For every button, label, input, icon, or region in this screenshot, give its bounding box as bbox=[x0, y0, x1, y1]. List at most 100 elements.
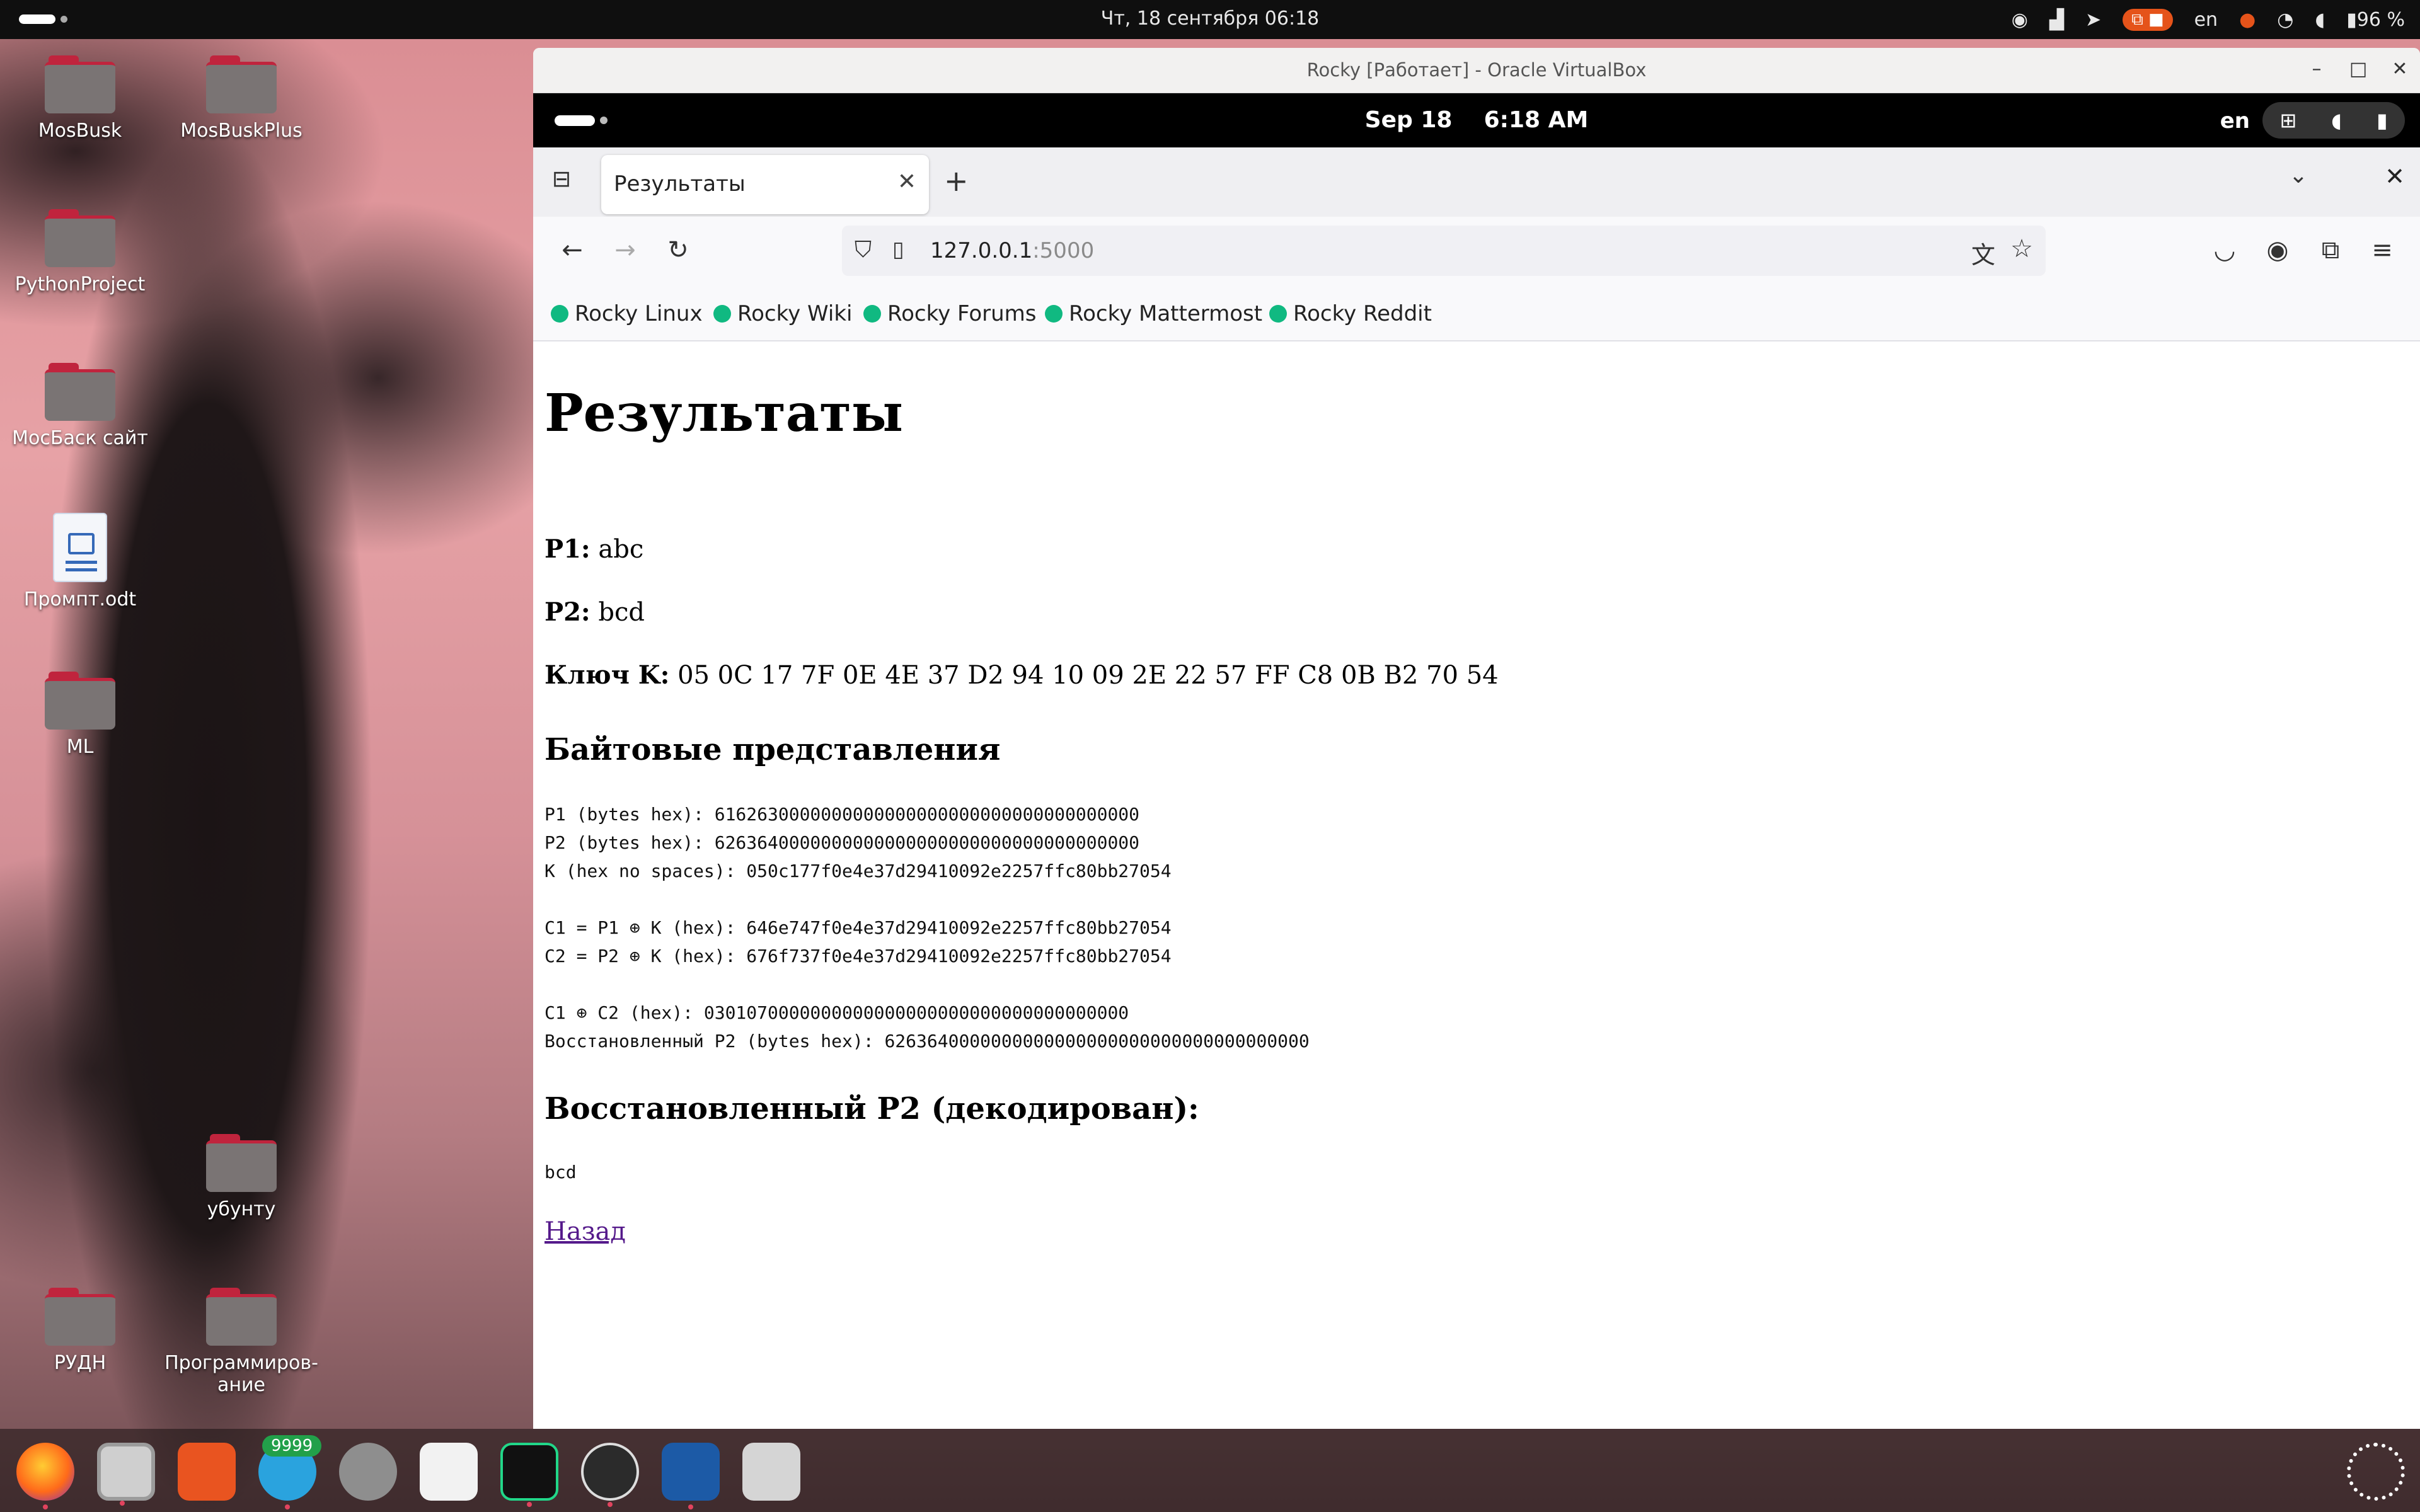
list-all-tabs-icon[interactable]: ⌄ bbox=[2289, 163, 2308, 188]
menu-icon[interactable]: ≡ bbox=[2365, 236, 2400, 265]
keyboard-layout[interactable]: en bbox=[2194, 9, 2218, 31]
battery-icon: ▮ bbox=[2346, 8, 2357, 31]
bookmark-rocky-reddit[interactable]: Rocky Reddit bbox=[1269, 301, 1432, 326]
guest-clock[interactable]: Sep 18 6:18 AM bbox=[533, 107, 2420, 133]
browser-tab-active[interactable]: Результаты ✕ bbox=[601, 155, 929, 214]
desktop-folder-mosbuskplus[interactable]: MosBuskPlus bbox=[163, 55, 320, 142]
close-button[interactable]: ✕ bbox=[2387, 58, 2412, 80]
page-content: Результаты P1: abc P2: bcd Ключ K: 05 0C… bbox=[533, 341, 2420, 1429]
close-window-icon[interactable]: ✕ bbox=[2385, 163, 2405, 190]
forward-button[interactable]: → bbox=[608, 236, 643, 265]
shield-icon[interactable]: ⛉ bbox=[855, 237, 872, 263]
wifi-icon[interactable]: ◔ bbox=[2277, 9, 2293, 31]
bookmark-rocky-forums[interactable]: Rocky Forums bbox=[863, 301, 1037, 326]
rocky-logo-icon bbox=[1269, 305, 1287, 323]
folder-icon bbox=[45, 209, 115, 267]
bookmark-label: Rocky Reddit bbox=[1293, 301, 1432, 326]
bookmark-rocky-mattermost[interactable]: Rocky Mattermost bbox=[1045, 301, 1262, 326]
url-text[interactable]: 127.0.0.1:5000 bbox=[930, 238, 1094, 263]
show-apps-icon[interactable] bbox=[2347, 1443, 2405, 1501]
browser-nav-bar: ← → ↻ ⛉ ▯ 127.0.0.1:5000 文 ☆ ◡ ◉ ⧉ ≡ bbox=[533, 217, 2420, 287]
desktop-icon-label: РУДН bbox=[54, 1352, 107, 1374]
desktop-folder-pythonproject[interactable]: PythonProject bbox=[1, 209, 159, 295]
dock bbox=[0, 1429, 2420, 1512]
system-tray[interactable]: ◉ ▟ ➤ ⧉ ■ en ● ◔ ◖ ▮96 % bbox=[2012, 6, 2405, 33]
desktop-folder-rudn[interactable]: РУДН bbox=[1, 1288, 159, 1374]
url-port: :5000 bbox=[1032, 238, 1095, 263]
p2-label: P2: bbox=[544, 597, 591, 627]
translate-icon[interactable]: 文 bbox=[1971, 236, 1995, 270]
page-title: Результаты bbox=[544, 383, 904, 444]
obs-icon[interactable] bbox=[581, 1443, 639, 1507]
bytes-output: P1 (bytes hex): 616263000000000000000000… bbox=[544, 804, 1310, 1051]
guest-system-menu[interactable]: ⊞ ◖ ▮ bbox=[2262, 102, 2405, 139]
virtualbox-titlebar[interactable]: Rocky [Работает] - Oracle VirtualBox – □… bbox=[533, 48, 2420, 93]
minimize-button[interactable]: – bbox=[2304, 58, 2329, 80]
folder-icon bbox=[206, 1134, 277, 1192]
extensions-icon[interactable]: ⧉ bbox=[2313, 236, 2348, 265]
guest-top-bar: Sep 18 6:18 AM en ⊞ ◖ ▮ bbox=[533, 93, 2420, 147]
desktop-file-prompt-odt[interactable]: Промпт.odt bbox=[1, 513, 159, 610]
browser-tab-bar: ⊟ Результаты ✕ + ⌄ ✕ bbox=[533, 147, 2420, 217]
system-monitor-icon[interactable] bbox=[420, 1443, 478, 1501]
pocket-icon[interactable]: ◡ bbox=[2207, 236, 2242, 265]
reload-button[interactable]: ↻ bbox=[660, 236, 696, 265]
bookmark-rocky-linux[interactable]: Rocky Linux bbox=[551, 301, 703, 326]
firefox-icon[interactable] bbox=[16, 1443, 74, 1509]
pycharm-icon[interactable] bbox=[500, 1443, 558, 1507]
rocky-logo-icon bbox=[551, 305, 568, 323]
settings-icon[interactable] bbox=[339, 1443, 397, 1501]
desktop-icon-label: MosBusk bbox=[38, 120, 122, 142]
app-center-icon[interactable] bbox=[178, 1443, 236, 1501]
url-bar[interactable]: ⛉ ▯ 127.0.0.1:5000 文 ☆ bbox=[842, 226, 2046, 276]
telegram-tray-icon[interactable]: ➤ bbox=[2085, 9, 2101, 31]
page-info-icon[interactable]: ▯ bbox=[892, 237, 904, 262]
obs-tray-icon[interactable]: ◉ bbox=[2012, 9, 2028, 31]
rocky-logo-icon bbox=[1045, 305, 1063, 323]
folder-icon bbox=[45, 1288, 115, 1346]
desktop-folder-ubuntu[interactable]: убунту bbox=[163, 1134, 320, 1220]
desktop-folder-mosbask-site[interactable]: МосБаск сайт bbox=[1, 363, 159, 449]
window-title: Rocky [Работает] - Oracle VirtualBox bbox=[1306, 59, 1647, 81]
telegram-unread-badge: 9999 bbox=[262, 1435, 322, 1457]
desktop-folder-programming[interactable]: Программиров-ание bbox=[163, 1288, 320, 1396]
folder-icon bbox=[45, 363, 115, 421]
virtualbox-icon[interactable] bbox=[662, 1443, 720, 1509]
volume-icon: ◖ bbox=[2331, 108, 2342, 132]
rocky-logo-icon bbox=[863, 305, 881, 323]
desktop-icon-label: PythonProject bbox=[14, 273, 146, 295]
key-label: Ключ K: bbox=[544, 660, 670, 690]
bookmark-label: Rocky Linux bbox=[575, 301, 703, 326]
trash-icon[interactable] bbox=[742, 1443, 800, 1501]
microphone-icon[interactable]: ● bbox=[2239, 9, 2256, 31]
guest-keyboard-layout[interactable]: en bbox=[2220, 108, 2250, 134]
bytes-heading: Байтовые представления bbox=[544, 732, 1001, 767]
virtualbox-window: Rocky [Работает] - Oracle VirtualBox – □… bbox=[533, 48, 2420, 1429]
desktop-icon-label: ML bbox=[66, 736, 94, 758]
screen-record-indicator[interactable]: ⧉ ■ bbox=[2123, 8, 2173, 31]
chart-tray-icon[interactable]: ▟ bbox=[2049, 9, 2064, 31]
key-line: Ключ K: 05 0C 17 7F 0E 4E 37 D2 94 10 09… bbox=[544, 660, 1499, 690]
desktop-icon-label: MosBuskPlus bbox=[180, 120, 302, 142]
p2-value: bcd bbox=[598, 598, 645, 627]
desktop-folder-mosbusk[interactable]: MosBusk bbox=[1, 55, 159, 142]
tab-close-icon[interactable]: ✕ bbox=[897, 169, 916, 195]
back-button[interactable]: ← bbox=[555, 236, 590, 265]
bookmark-star-icon[interactable]: ☆ bbox=[2010, 234, 2033, 263]
folder-icon bbox=[206, 1288, 277, 1346]
firefox-view-icon[interactable]: ⊟ bbox=[546, 166, 577, 198]
desktop-icon-label: МосБаск сайт bbox=[12, 427, 148, 449]
files-icon[interactable] bbox=[97, 1443, 155, 1506]
new-tab-button[interactable]: + bbox=[944, 164, 969, 198]
bookmark-rocky-wiki[interactable]: Rocky Wiki bbox=[713, 301, 852, 326]
account-icon[interactable]: ◉ bbox=[2260, 236, 2295, 265]
volume-icon[interactable]: ◖ bbox=[2315, 9, 2325, 31]
battery-icon: ▮ bbox=[2376, 108, 2388, 132]
guest-time: 6:18 AM bbox=[1484, 107, 1589, 133]
maximize-button[interactable]: □ bbox=[2346, 58, 2371, 80]
desktop-icon-label: убунту bbox=[207, 1198, 276, 1220]
bookmarks-toolbar: Rocky Linux Rocky Wiki Rocky Forums Rock… bbox=[533, 287, 2420, 341]
desktop-folder-ml[interactable]: ML bbox=[1, 672, 159, 758]
back-link[interactable]: Назад bbox=[544, 1217, 626, 1246]
battery-indicator[interactable]: ▮96 % bbox=[2346, 9, 2405, 31]
